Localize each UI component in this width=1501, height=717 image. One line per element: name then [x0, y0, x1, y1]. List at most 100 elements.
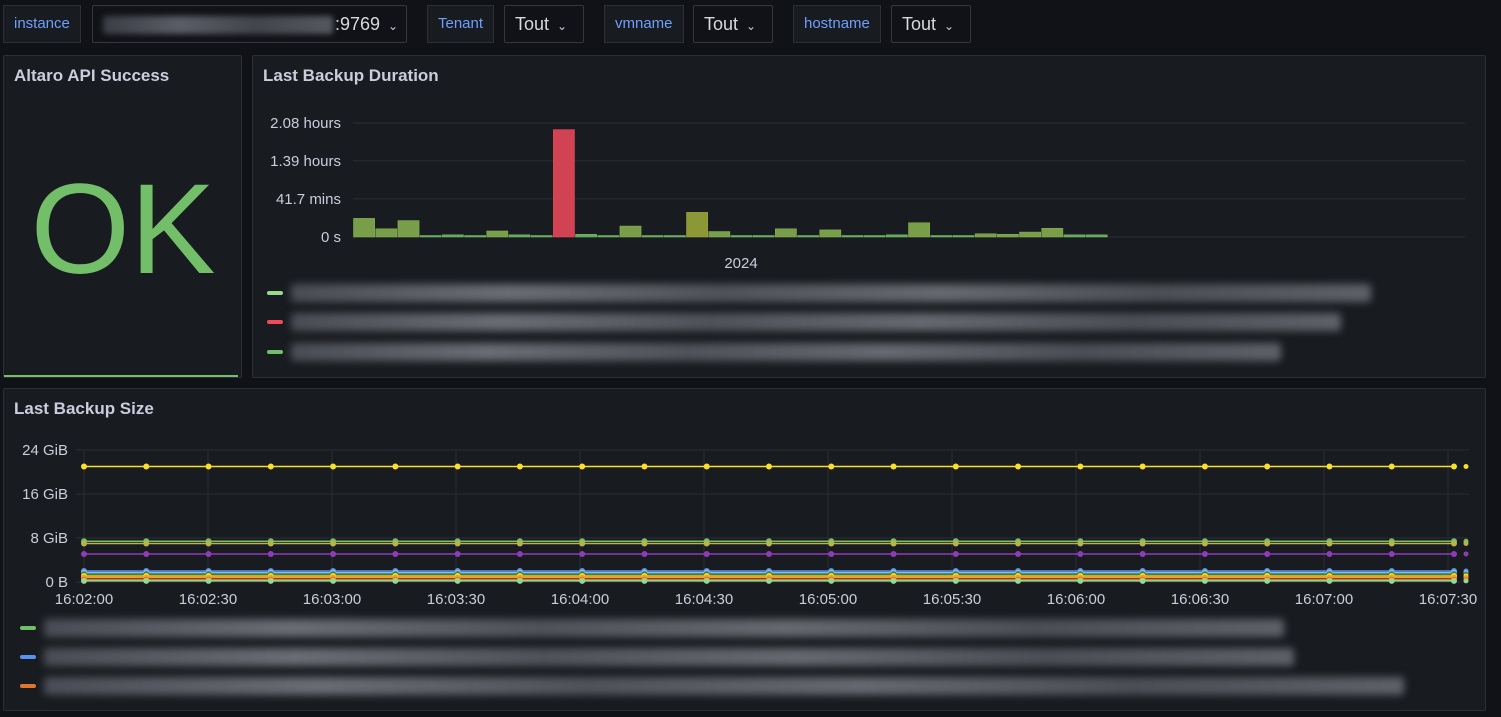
- data-point: [579, 540, 586, 547]
- panel-backup-size[interactable]: Last Backup Size 0 B 8 GiB 16 GiB 24 GiB 16:…: [3, 388, 1486, 711]
- bar: [664, 235, 686, 238]
- data-point: [516, 550, 523, 557]
- data-point: [1015, 463, 1022, 470]
- legend-swatch: [20, 655, 36, 659]
- data-point: [952, 463, 959, 470]
- data-point: [267, 463, 274, 470]
- data-point: [330, 550, 337, 557]
- x-tick-label: 16:03:30: [427, 591, 485, 608]
- y-tick-label: 0 B: [45, 574, 68, 591]
- variable-select-hostname[interactable]: Tout ⌄: [891, 5, 971, 43]
- data-point: [1139, 463, 1146, 470]
- variable-select-tenant[interactable]: Tout ⌄: [504, 5, 584, 43]
- panel-title: Last Backup Duration: [263, 66, 439, 85]
- data-point: [330, 463, 337, 470]
- data-point: [1451, 550, 1457, 557]
- bar: [886, 234, 908, 238]
- variable-bar: instance :9769 ⌄ Tenant Tout ⌄ vmname Tout…: [0, 0, 1501, 50]
- data-point: [579, 550, 586, 557]
- data-point: [330, 540, 337, 547]
- data-point: [1388, 540, 1395, 547]
- x-tick-label: 16:05:30: [923, 591, 981, 608]
- bar: [619, 225, 642, 238]
- legend-swatch: [267, 320, 283, 324]
- data-point: [330, 577, 337, 584]
- bar: [486, 230, 509, 238]
- data-point: [1388, 550, 1395, 557]
- data-point: [267, 540, 274, 547]
- bar: [841, 235, 864, 238]
- bar: [530, 235, 553, 238]
- data-point: [1451, 577, 1457, 584]
- chevron-down-icon: ⌄: [944, 19, 955, 33]
- y-tick-label: 2.08 hours: [270, 115, 341, 132]
- data-point: [267, 577, 274, 584]
- data-point: [1463, 464, 1469, 469]
- bar: [375, 228, 398, 238]
- x-tick-label: 16:06:00: [1047, 591, 1105, 608]
- panel-api-success[interactable]: Altaro API Success OK: [3, 55, 242, 378]
- bar: [1041, 227, 1064, 238]
- bar: [775, 228, 797, 238]
- bar: [353, 218, 375, 238]
- bar: [863, 235, 886, 238]
- data-point: [454, 550, 461, 557]
- legend-swatch: [267, 291, 283, 295]
- variable-label-instance: instance: [3, 5, 81, 43]
- x-tick-label: 16:07:30: [1419, 591, 1477, 608]
- x-tick-label: 16:02:00: [55, 591, 113, 608]
- data-point: [267, 550, 274, 557]
- variable-label-vmname: vmname: [604, 5, 684, 43]
- bar: [641, 235, 664, 238]
- data-point: [703, 463, 710, 470]
- data-point: [1388, 463, 1395, 470]
- data-point: [579, 463, 586, 470]
- x-tick-label: 16:04:00: [551, 591, 609, 608]
- data-point: [392, 540, 399, 547]
- x-tick-label: 16:03:00: [303, 591, 361, 608]
- bar: [1085, 234, 1108, 238]
- data-point: [828, 463, 835, 470]
- data-point: [81, 463, 87, 470]
- data-point: [1015, 550, 1022, 557]
- panel-title: Altaro API Success: [14, 66, 170, 85]
- data-point: [828, 540, 835, 547]
- y-tick-label: 8 GiB: [30, 530, 68, 547]
- legend-blurred-text: [291, 313, 1341, 331]
- data-point: [1139, 540, 1146, 547]
- stat-value: OK: [30, 158, 216, 301]
- variable-value-instance: :9769: [335, 14, 381, 34]
- data-point: [1139, 550, 1146, 557]
- stat-sparkline: [4, 375, 238, 377]
- chevron-down-icon: ⌄: [557, 19, 568, 33]
- panel-backup-duration[interactable]: Last Backup Duration 0 s 41.7 mins 1.39 ho…: [252, 55, 1486, 378]
- data-point: [766, 550, 772, 557]
- variable-value-vmname: Tout: [704, 14, 739, 34]
- data-point: [1463, 541, 1469, 546]
- bar: [597, 235, 620, 238]
- data-point: [1201, 463, 1208, 470]
- bar: [952, 235, 975, 238]
- data-point: [143, 463, 150, 470]
- y-tick-label: 41.7 mins: [276, 191, 341, 208]
- chevron-down-icon: ⌄: [746, 19, 757, 33]
- bar: [930, 235, 953, 238]
- data-point: [516, 463, 523, 470]
- data-point: [1388, 577, 1395, 584]
- data-point: [952, 577, 959, 584]
- data-point: [766, 577, 772, 584]
- x-tick-label: 16:04:30: [675, 591, 733, 608]
- bar: [797, 235, 819, 238]
- data-point: [641, 540, 648, 547]
- data-point: [1264, 550, 1271, 557]
- y-tick-label: 1.39 hours: [270, 153, 341, 170]
- data-point: [1201, 540, 1208, 547]
- variable-select-vmname[interactable]: Tout ⌄: [693, 5, 773, 43]
- chevron-down-icon: ⌄: [388, 19, 399, 33]
- data-point: [1077, 550, 1084, 557]
- data-point: [1077, 577, 1084, 584]
- variable-select-instance[interactable]: :9769 ⌄: [92, 5, 407, 43]
- data-point: [392, 463, 399, 470]
- data-point: [1015, 540, 1022, 547]
- data-point: [454, 463, 461, 470]
